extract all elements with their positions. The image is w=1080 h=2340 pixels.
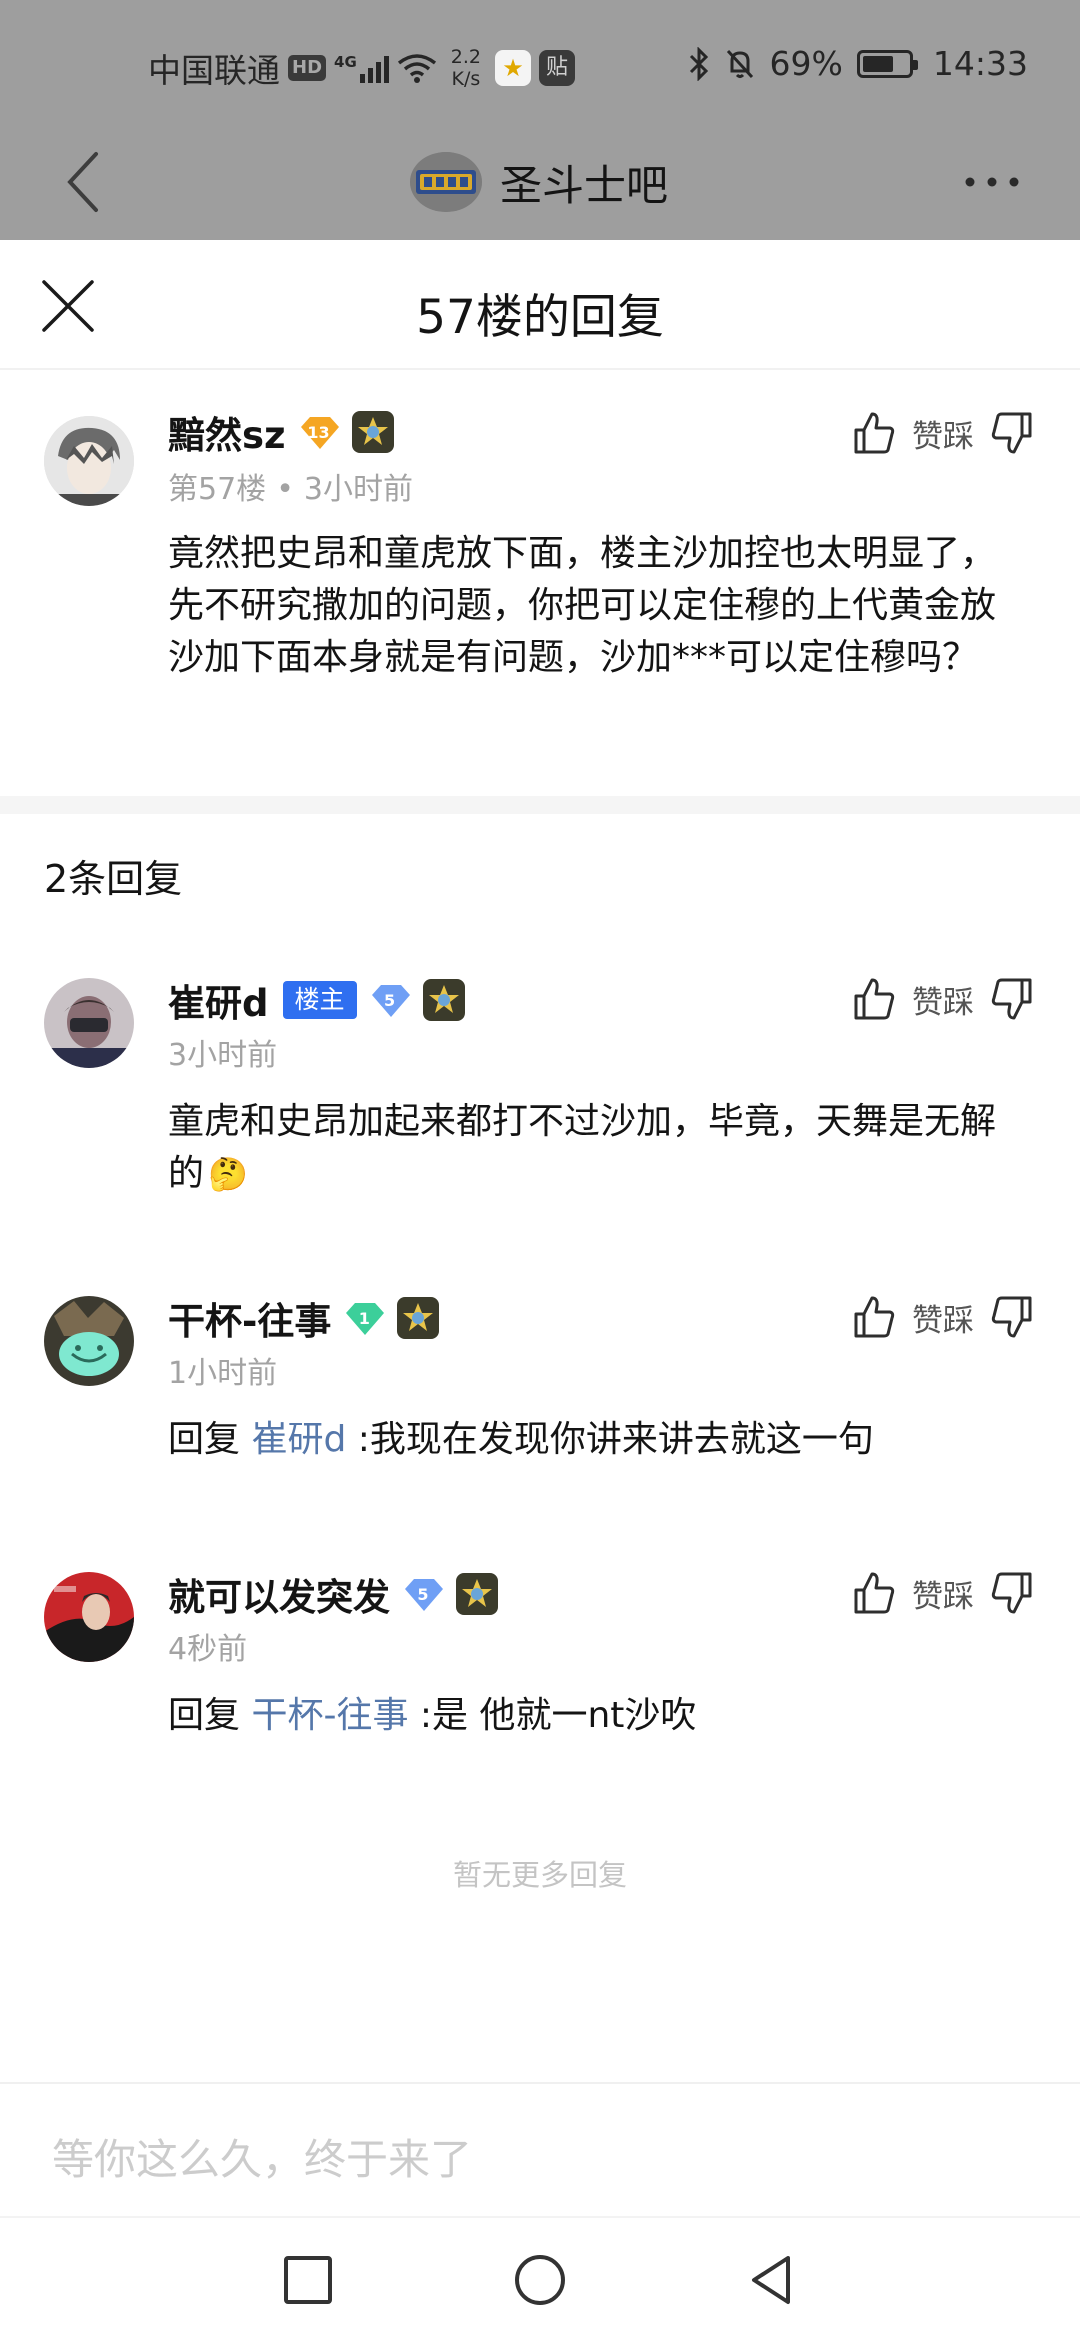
vote-label: 赞踩 xyxy=(912,984,974,1021)
thumbs-down-icon[interactable] xyxy=(990,410,1034,456)
vote-controls: 赞踩 xyxy=(852,976,1034,1022)
thumbs-up-icon[interactable] xyxy=(852,1294,896,1340)
vote-label: 赞踩 xyxy=(912,1578,974,1615)
post-content: 竟然把史昂和童虎放下面，楼主沙加控也太明显了，先不研究撒加的问题，你把可以定住穆… xyxy=(168,533,997,678)
forum-name: 圣斗士吧 xyxy=(500,160,669,210)
reply-prefix: 回复 xyxy=(168,1419,252,1460)
vote-controls: 赞踩 xyxy=(852,1570,1034,1616)
post-time: 3小时前 xyxy=(168,1038,278,1073)
post-time: 3小时前 xyxy=(303,472,413,507)
owner-badge: 楼主 xyxy=(282,981,357,1019)
back-triangle-icon[interactable] xyxy=(740,2248,804,2312)
medal-icon xyxy=(456,1573,498,1615)
thumbs-down-icon[interactable] xyxy=(990,1294,1034,1340)
level-badge: 5 xyxy=(371,983,410,1017)
thumbs-up-icon[interactable] xyxy=(852,410,896,456)
status-bar: 中国联通 HD 4G 2.2 K/s ★ 贴 69% 14:33 xyxy=(0,0,1080,130)
mention-link[interactable]: 干杯-往事 xyxy=(251,1695,408,1736)
reply-content: 回复 崔研d :我现在发现你讲来讲去就这一句 xyxy=(168,1419,874,1460)
medal-icon xyxy=(351,411,394,453)
system-nav-bar xyxy=(0,2216,1080,2340)
level-badge: 1 xyxy=(345,1301,385,1335)
thumbs-down-icon[interactable] xyxy=(990,976,1034,1022)
more-icon[interactable] xyxy=(960,170,1024,194)
recents-square-icon[interactable] xyxy=(276,2248,340,2312)
main-post: 黯然sz 13 第57楼 • 3小时前 赞踩 竟然把史昂和童虎放下面，楼主沙加控也太… xyxy=(0,370,1080,790)
network-type: 4G xyxy=(334,53,357,71)
meta-separator: • xyxy=(276,472,294,507)
clock: 14:33 xyxy=(932,44,1028,83)
reply-item: 崔研d 楼主 5 3小时前 赞踩 童虎和史昂加起来都打不过沙加，毕竟，天舞是无解… xyxy=(0,950,1080,1210)
reply-item: 干杯-往事 1 1小时前 赞踩 回复 崔研d :我现在发现你讲来讲去就这一句 xyxy=(0,1270,1080,1490)
thinking-emoji-icon: 🤔 xyxy=(208,1155,248,1193)
reply-input-placeholder: 等你这么久，终于来了 xyxy=(52,2135,473,2184)
carrier-label: 中国联通 xyxy=(148,51,280,90)
network-speed: 2.2 K/s xyxy=(450,46,481,90)
no-more-replies: 暂无更多回复 xyxy=(452,1858,627,1892)
forum-navbar: 圣斗士吧 xyxy=(0,130,1080,240)
avatar[interactable] xyxy=(44,1572,134,1662)
signal-icon: 4G xyxy=(334,53,389,83)
avatar[interactable] xyxy=(44,416,134,506)
sheet-header: 57楼的回复 xyxy=(0,240,1080,370)
battery-level xyxy=(862,55,894,72)
mute-bell-icon xyxy=(726,49,753,78)
reply-item: 就可以发突发 5 4秒前 赞踩 回复 干杯-往事 :是 他就一nt沙吹 xyxy=(0,1546,1080,1766)
forum-title[interactable]: 圣斗士吧 xyxy=(410,142,668,222)
post-time: 4秒前 xyxy=(168,1632,248,1667)
vote-controls: 赞踩 xyxy=(852,410,1034,456)
level-badge: 5 xyxy=(404,1577,443,1611)
thumbs-up-icon[interactable] xyxy=(852,1570,896,1616)
star-app-icon: ★ xyxy=(494,50,531,86)
hd-badge: HD xyxy=(288,55,327,81)
back-arrow-icon[interactable] xyxy=(58,142,114,222)
battery-percent: 69% xyxy=(769,44,843,83)
vote-label: 赞踩 xyxy=(912,1302,974,1339)
username[interactable]: 黯然sz xyxy=(168,405,286,459)
reply-content: 童虎和史昂加起来都打不过沙加，毕竟，天舞是无解的 🤔 xyxy=(168,1101,997,1194)
level-badge: 13 xyxy=(300,415,339,449)
avatar[interactable] xyxy=(44,978,134,1068)
bluetooth-icon xyxy=(689,46,708,81)
wifi-icon xyxy=(397,54,436,83)
username[interactable]: 干杯-往事 xyxy=(168,1291,331,1345)
username[interactable]: 就可以发突发 xyxy=(168,1567,390,1621)
reply-input[interactable]: 等你这么久，终于来了 xyxy=(0,2082,1080,2216)
avatar[interactable] xyxy=(44,1296,134,1386)
forum-logo-icon xyxy=(410,152,482,212)
post-time: 1小时前 xyxy=(168,1356,278,1391)
reply-prefix: 回复 xyxy=(168,1695,252,1736)
reply-content: 回复 干杯-往事 :是 他就一nt沙吹 xyxy=(168,1695,697,1736)
reply-count: 2条回复 xyxy=(44,857,183,901)
home-circle-icon[interactable] xyxy=(508,2248,572,2312)
vote-label: 赞踩 xyxy=(912,418,974,455)
thumbs-up-icon[interactable] xyxy=(852,976,896,1022)
medal-icon xyxy=(422,979,465,1021)
floor-number: 第57楼 xyxy=(168,472,267,507)
thumbs-down-icon[interactable] xyxy=(990,1570,1034,1616)
battery-icon xyxy=(856,49,918,78)
post-meta: 第57楼 • 3小时前 xyxy=(168,464,413,508)
medal-icon xyxy=(397,1297,440,1339)
vote-controls: 赞踩 xyxy=(852,1294,1034,1340)
sheet-title: 57楼的回复 xyxy=(416,290,664,345)
username[interactable]: 崔研d xyxy=(168,973,269,1027)
tieba-app-icon: 贴 xyxy=(538,50,575,86)
section-divider xyxy=(0,796,1080,814)
mention-link[interactable]: 崔研d xyxy=(251,1419,346,1460)
